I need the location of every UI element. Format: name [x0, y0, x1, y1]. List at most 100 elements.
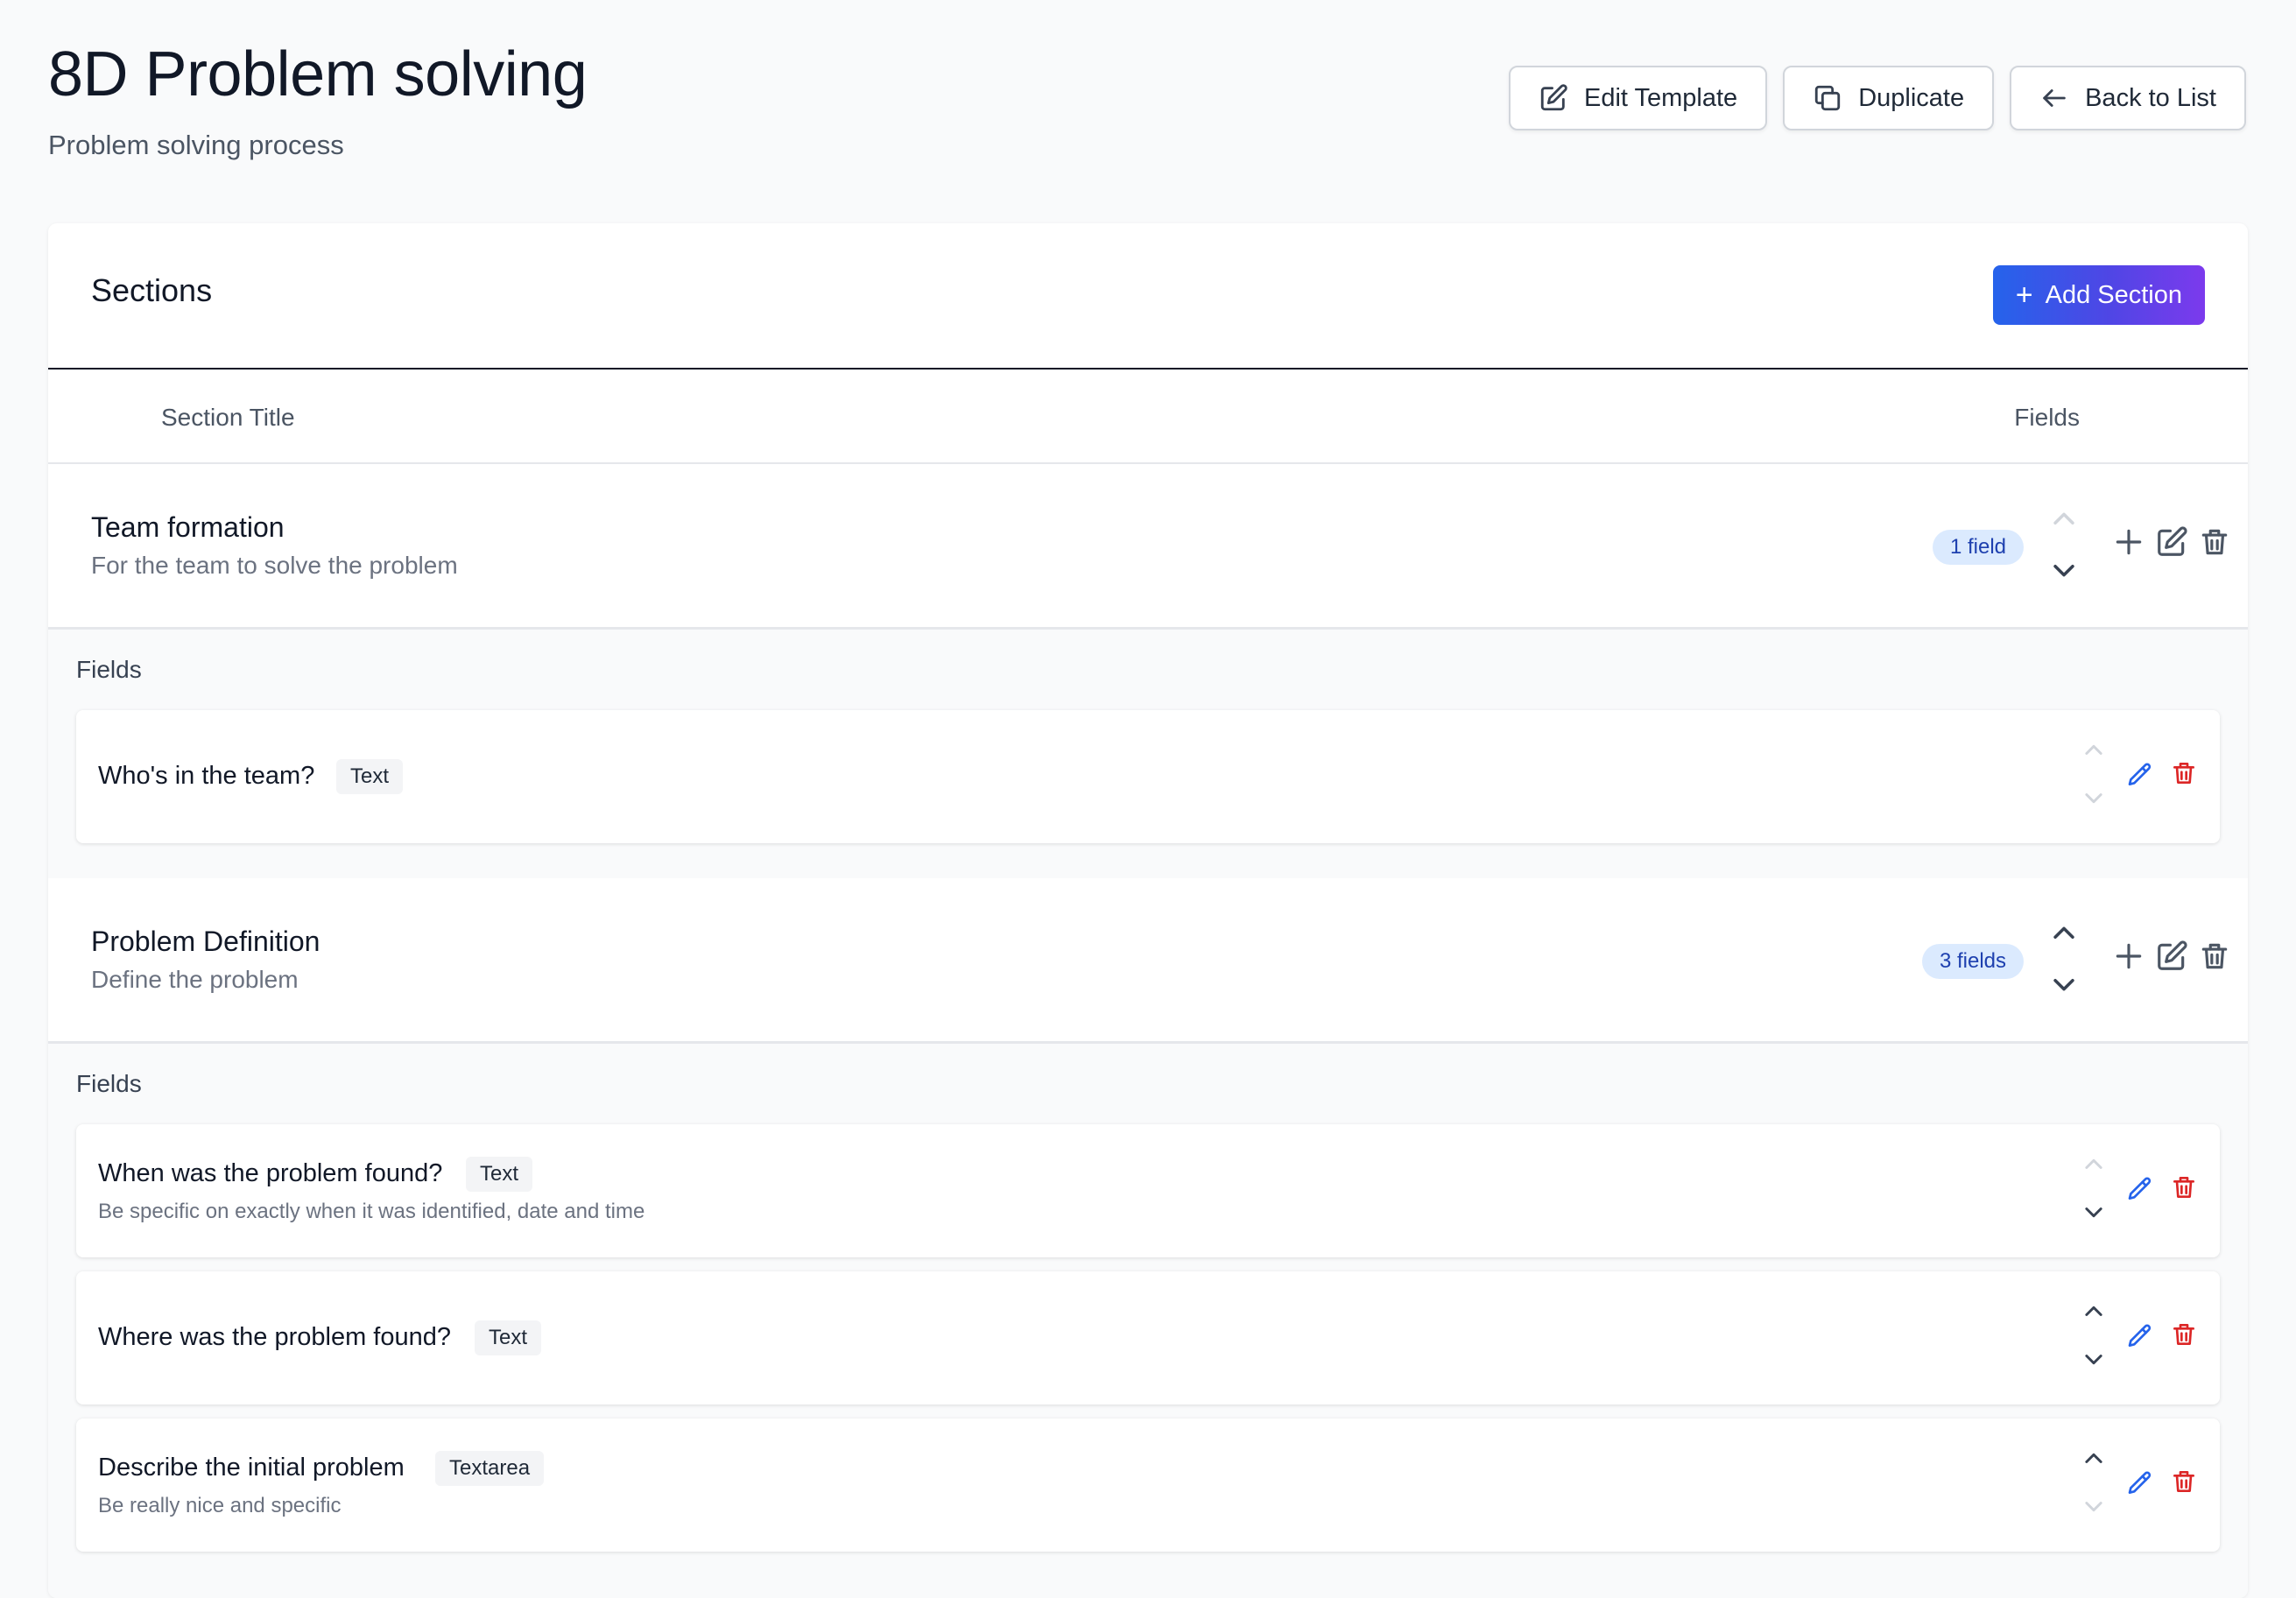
pencil-square-icon	[2158, 940, 2187, 970]
duplicate-button[interactable]: Duplicate	[1783, 66, 1995, 130]
chevron-down-icon	[2085, 1207, 2102, 1218]
chevron-down-icon	[2085, 1355, 2102, 1365]
trash-icon	[2173, 763, 2194, 784]
delete-field-button[interactable]	[2170, 1468, 2198, 1496]
edit-template-label: Edit Template	[1584, 83, 1738, 112]
field-type-tag: Text	[475, 1320, 542, 1355]
section-description: Define the problem	[91, 966, 299, 993]
delete-field-button[interactable]	[2170, 759, 2198, 787]
chevron-up-icon	[2085, 744, 2102, 755]
fields-panel: Fields When was the problem found? Text …	[48, 1044, 2248, 1598]
pencil-icon	[2128, 1471, 2152, 1494]
add-section-label: Add Section	[2045, 280, 2182, 309]
field-name: Who's in the team?	[98, 762, 315, 790]
field-card[interactable]: Describe the initial problem Textarea Be…	[76, 1418, 2220, 1552]
column-header-fields: Fields	[2014, 404, 2080, 431]
arrow-left-icon	[2043, 89, 2066, 107]
table-header: Section Title Fields	[48, 370, 2248, 464]
chevron-down-icon	[2053, 978, 2074, 991]
chevron-down-icon	[2085, 793, 2102, 804]
move-section-down-button[interactable]	[2049, 555, 2079, 585]
trash-icon	[2201, 943, 2228, 969]
field-type-tag: Textarea	[435, 1451, 545, 1486]
trash-icon	[2173, 1324, 2194, 1345]
field-description: Be specific on exactly when it was ident…	[98, 1200, 645, 1223]
trash-icon	[2173, 1471, 2194, 1492]
plus-icon: +	[2015, 278, 2033, 312]
field-card[interactable]: Who's in the team? Text	[76, 710, 2220, 843]
move-section-down-button[interactable]	[2049, 969, 2079, 999]
edit-field-button[interactable]	[2126, 1322, 2154, 1350]
add-section-button[interactable]: + Add Section	[1992, 265, 2205, 325]
chevron-up-icon	[2053, 512, 2074, 525]
pencil-icon	[2128, 1177, 2152, 1200]
move-field-up-button[interactable]	[2081, 1447, 2106, 1471]
move-section-up-button[interactable]	[2049, 504, 2079, 534]
chevron-up-icon	[2085, 1158, 2102, 1169]
delete-section-button[interactable]	[2198, 525, 2231, 559]
edit-field-button[interactable]	[2126, 1469, 2154, 1497]
move-field-up-button[interactable]	[2081, 1152, 2106, 1177]
move-field-up-button[interactable]	[2081, 738, 2106, 763]
field-description: Be really nice and specific	[98, 1494, 342, 1517]
chevron-up-icon	[2053, 926, 2074, 940]
page-title: 8D Problem solving	[48, 39, 588, 109]
pencil-icon	[2128, 1324, 2152, 1347]
pencil-square-icon	[2158, 526, 2187, 556]
back-to-list-button[interactable]: Back to List	[2010, 66, 2246, 130]
sections-card: Sections + Add Section Section Title Fie…	[48, 223, 2248, 1598]
plus-icon	[2116, 943, 2142, 969]
field-name: Describe the initial problem	[98, 1454, 405, 1482]
edit-section-button[interactable]	[2155, 525, 2188, 559]
pencil-square-icon	[1540, 84, 1567, 111]
move-field-up-button[interactable]	[2081, 1299, 2106, 1324]
trash-icon	[2173, 1177, 2194, 1198]
plus-icon	[2116, 529, 2142, 555]
trash-icon	[2201, 529, 2228, 555]
edit-field-button[interactable]	[2126, 1175, 2154, 1203]
delete-section-button[interactable]	[2198, 940, 2231, 973]
field-type-tag: Text	[336, 759, 404, 794]
chevron-down-icon	[2085, 1502, 2102, 1512]
edit-section-button[interactable]	[2155, 940, 2188, 973]
field-count-badge: 1 field	[1932, 530, 2024, 565]
field-card[interactable]: When was the problem found? Text Be spec…	[76, 1124, 2220, 1257]
field-name: When was the problem found?	[98, 1159, 443, 1187]
section-row[interactable]: Team formation For the team to solve the…	[48, 464, 2248, 630]
pencil-icon	[2128, 763, 2152, 785]
move-field-down-button[interactable]	[2081, 1494, 2106, 1518]
chevron-up-icon	[2085, 1453, 2102, 1463]
fields-panel: Fields Who's in the team? Text	[48, 630, 2248, 878]
field-type-tag: Text	[466, 1157, 533, 1192]
add-field-button[interactable]	[2112, 940, 2145, 973]
delete-field-button[interactable]	[2170, 1320, 2198, 1348]
fields-label: Fields	[76, 656, 142, 683]
sections-card-header: Sections + Add Section	[48, 223, 2248, 370]
delete-field-button[interactable]	[2170, 1173, 2198, 1201]
section-name: Team formation	[91, 511, 285, 543]
edit-template-button[interactable]: Edit Template	[1509, 66, 1768, 130]
section-description: For the team to solve the problem	[91, 552, 458, 579]
move-section-up-button[interactable]	[2049, 919, 2079, 948]
chevron-down-icon	[2053, 564, 2074, 577]
field-name: Where was the problem found?	[98, 1323, 451, 1351]
page-header: 8D Problem solving Problem solving proce…	[48, 35, 588, 161]
page-subtitle: Problem solving process	[48, 130, 344, 160]
column-header-section-title: Section Title	[161, 404, 295, 431]
section-row[interactable]: Problem Definition Define the problem 3 …	[48, 878, 2248, 1044]
move-field-down-button[interactable]	[2081, 1200, 2106, 1224]
duplicate-label: Duplicate	[1858, 83, 1965, 112]
add-field-button[interactable]	[2112, 525, 2145, 559]
move-field-down-button[interactable]	[2081, 1347, 2106, 1371]
field-count-badge: 3 fields	[1921, 944, 2024, 979]
fields-label: Fields	[76, 1070, 142, 1097]
header-actions: Edit Template Duplicate Back to List	[1509, 66, 2246, 130]
sections-title: Sections	[91, 272, 213, 308]
field-card[interactable]: Where was the problem found? Text	[76, 1271, 2220, 1404]
chevron-up-icon	[2085, 1306, 2102, 1316]
copy-icon	[1815, 85, 1841, 111]
section-name: Problem Definition	[91, 926, 320, 957]
move-field-down-button[interactable]	[2081, 785, 2106, 810]
back-to-list-label: Back to List	[2085, 83, 2216, 112]
edit-field-button[interactable]	[2126, 761, 2154, 789]
